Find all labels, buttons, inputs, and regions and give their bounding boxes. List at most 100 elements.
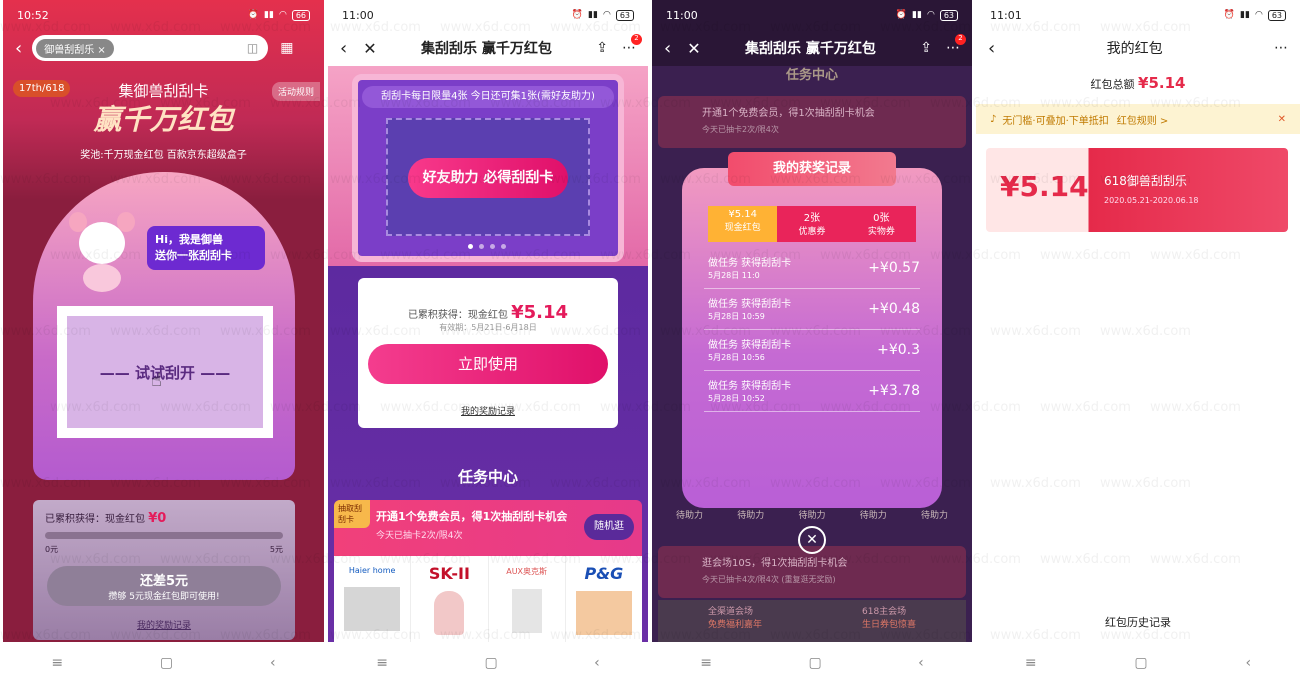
- validity-text: 有效期：5月21日-6月18日: [439, 323, 537, 332]
- progress-track: [45, 532, 283, 539]
- alarm-icon: ⏰: [1223, 10, 1236, 20]
- scratch-text: —— 试试刮开 ——: [67, 316, 263, 428]
- screen-3: 11:00 ⏰ ▮▮ ◠ 63 ‹ ✕ 集刮刮乐 赢千万红包 ⇪ ⋯ 2 任务中心 开通1…: [652, 0, 972, 684]
- tab-cash[interactable]: ¥5.14 现金红包: [708, 206, 778, 242]
- battery-icon: 63: [615, 9, 634, 21]
- alarm-icon: ⏰: [247, 10, 260, 20]
- battery-icon: 66: [291, 9, 310, 21]
- screen-1: 10:52 ⏰ ▮▮ ◠ 66 ‹ 御兽刮刮乐 × ◫ ▦ 17th/618 活动规则…: [3, 0, 324, 684]
- more-icon[interactable]: ⋯ 2: [622, 34, 642, 56]
- grid-menu-icon[interactable]: ▦: [280, 40, 293, 56]
- page-title: 集刮刮乐 赢千万红包: [745, 41, 876, 57]
- wifi-icon: ◠: [278, 10, 287, 20]
- wifi-icon: ◠: [1254, 10, 1263, 20]
- menu-icon[interactable]: ≡: [700, 655, 712, 671]
- earned-value: ¥5.14: [511, 302, 569, 323]
- back-icon[interactable]: ‹: [15, 38, 22, 59]
- headline-main: 赢千万红包: [93, 103, 234, 136]
- close-notice-icon[interactable]: ✕: [1278, 114, 1286, 125]
- task-tag: 抽取刮刮卡: [334, 500, 370, 528]
- limit-text: 刮刮卡每日限量4张 今日还可集1张(需好友助力): [362, 86, 614, 108]
- earned-value: ¥0: [148, 511, 167, 526]
- more-icon[interactable]: ⋯ 2: [946, 34, 966, 56]
- menu-icon[interactable]: ≡: [376, 655, 388, 671]
- record-row: 做任务 获得刮刮卡 5月28日 10:56 +¥0.3: [704, 330, 920, 371]
- bg-task-row: 开通1个免费会员，得1次抽刮刮卡机会 今天已抽卡2次/限4次: [658, 96, 966, 148]
- signal-icon: ▮▮: [588, 10, 598, 20]
- tab-coupon[interactable]: 2张 优惠券: [777, 206, 846, 242]
- brand-strip: Haier home SK-II AUX奥克斯 P&G: [334, 556, 642, 642]
- alarm-icon: ⏰: [895, 10, 908, 20]
- page-title: 集刮刮乐 赢千万红包: [421, 41, 552, 57]
- notif-badge: 2: [631, 34, 642, 45]
- total-row: 红包总额 ¥5.14: [1090, 74, 1186, 92]
- record-row: 做任务 获得刮刮卡 5月28日 11:0 +¥0.57: [704, 248, 920, 289]
- use-now-button[interactable]: 立即使用: [368, 344, 608, 384]
- rules-link[interactable]: 红包规则 >: [1117, 112, 1169, 127]
- bg-task-title: 任务中心: [785, 68, 838, 83]
- home-icon[interactable]: ▢: [1134, 655, 1147, 671]
- close-icon[interactable]: ✕: [363, 39, 376, 58]
- back-nav-icon[interactable]: ‹: [918, 655, 924, 671]
- share-icon[interactable]: ⇪: [596, 40, 608, 56]
- hand-pointer-icon: ☝: [151, 370, 162, 391]
- history-link[interactable]: 红包历史记录: [976, 614, 1300, 630]
- prize-line: 奖池:千万现金红包 百款京东超级盒子: [80, 150, 247, 161]
- brand-skii[interactable]: SK-II: [411, 556, 489, 642]
- home-icon[interactable]: ▢: [484, 655, 497, 671]
- mascot-speech-bubble: Hi，我是御兽 送你一张刮刮卡: [147, 226, 265, 270]
- card-date: 2020.05.21-2020.06.18: [1104, 196, 1199, 205]
- total-value: ¥5.14: [1138, 74, 1186, 92]
- progress-panel: 已累积获得：现金红包 ¥0 0元 5元 还差5元 攒够 5元现金红包即可使用! …: [33, 500, 295, 640]
- search-tag[interactable]: 御兽刮刮乐 ×: [36, 38, 114, 58]
- reward-record-link[interactable]: 我的奖励记录: [358, 404, 618, 417]
- wifi-icon: ◠: [926, 10, 935, 20]
- share-icon[interactable]: ⇪: [920, 40, 932, 56]
- search-bar[interactable]: 御兽刮刮乐 × ◫: [32, 35, 269, 61]
- wifi-icon: ◠: [602, 10, 611, 20]
- save-more-button[interactable]: 还差5元 攒够 5元现金红包即可使用!: [47, 566, 281, 606]
- card-value: ¥5.14: [1000, 170, 1089, 203]
- back-nav-icon[interactable]: ‹: [594, 655, 600, 671]
- brand-pg[interactable]: P&G: [566, 556, 642, 642]
- home-icon[interactable]: ▢: [808, 655, 821, 671]
- back-nav-icon[interactable]: ‹: [270, 655, 276, 671]
- random-browse-button[interactable]: 随机逛: [584, 514, 634, 540]
- back-icon[interactable]: ‹: [988, 38, 995, 59]
- balance-card: 已累积获得：现金红包 ¥5.14 有效期：5月21日-6月18日 立即使用 我的…: [358, 278, 618, 428]
- friend-help-button[interactable]: 好友助力 必得刮刮卡: [408, 158, 568, 198]
- card-name: 618御兽刮刮乐: [1104, 174, 1187, 188]
- more-icon[interactable]: ⋯: [1274, 40, 1288, 56]
- alarm-icon: ⏰: [571, 10, 584, 20]
- task-sub: 今天已抽卡2次/限4次: [376, 531, 463, 541]
- bg-venues: 全渠道会场 免费福利嘉年 618主会场 生日券包惊喜: [658, 600, 966, 642]
- task-text: 开通1个免费会员，得1次抽刮刮卡机会: [376, 510, 568, 523]
- signal-icon: ▮▮: [1240, 10, 1250, 20]
- home-icon[interactable]: ▢: [160, 655, 173, 671]
- screen-4: 11:01 ⏰ ▮▮ ◠ 63 ‹ 我的红包 ⋯ 红包总额 ¥5.14 ♪ 无门槛·可叠…: [976, 0, 1300, 684]
- notice-bar: ♪ 无门槛·可叠加·下单抵扣 红包规则 > ✕: [976, 104, 1300, 134]
- red-packet-card[interactable]: ¥5.14 618御兽刮刮乐 2020.05.21-2020.06.18: [986, 148, 1288, 232]
- page-title: 我的红包: [1106, 41, 1163, 57]
- system-nav: ≡ ▢ ‹: [3, 642, 324, 684]
- reward-record-link[interactable]: 我的奖励记录: [33, 618, 295, 631]
- brand-haier[interactable]: Haier home: [334, 556, 412, 642]
- back-icon[interactable]: ‹: [664, 38, 671, 59]
- menu-icon[interactable]: ≡: [1025, 655, 1037, 671]
- scratch-card[interactable]: —— 试试刮开 ——: [57, 306, 273, 438]
- battery-icon: 63: [939, 9, 958, 21]
- helper-row: 待助力 待助力 待助力 待助力 待助力: [676, 511, 948, 521]
- back-icon[interactable]: ‹: [340, 38, 347, 59]
- carousel-dots: [468, 244, 506, 249]
- record-list: 做任务 获得刮刮卡 5月28日 11:0 +¥0.57 做任务 获得刮刮卡 5月28日…: [704, 248, 920, 412]
- close-icon[interactable]: ✕: [687, 39, 700, 58]
- mascot-image: [65, 206, 135, 296]
- tab-goods[interactable]: 0张 实物券: [847, 206, 916, 242]
- camera-icon[interactable]: ◫: [247, 41, 258, 55]
- back-nav-icon[interactable]: ‹: [1245, 655, 1251, 671]
- status-bar: 10:52 ⏰ ▮▮ ◠ 66: [3, 0, 324, 30]
- modal-close-icon[interactable]: ✕: [798, 526, 826, 554]
- record-row: 做任务 获得刮刮卡 5月28日 10:59 +¥0.48: [704, 289, 920, 330]
- menu-icon[interactable]: ≡: [51, 655, 63, 671]
- brand-aux[interactable]: AUX奥克斯: [489, 556, 566, 642]
